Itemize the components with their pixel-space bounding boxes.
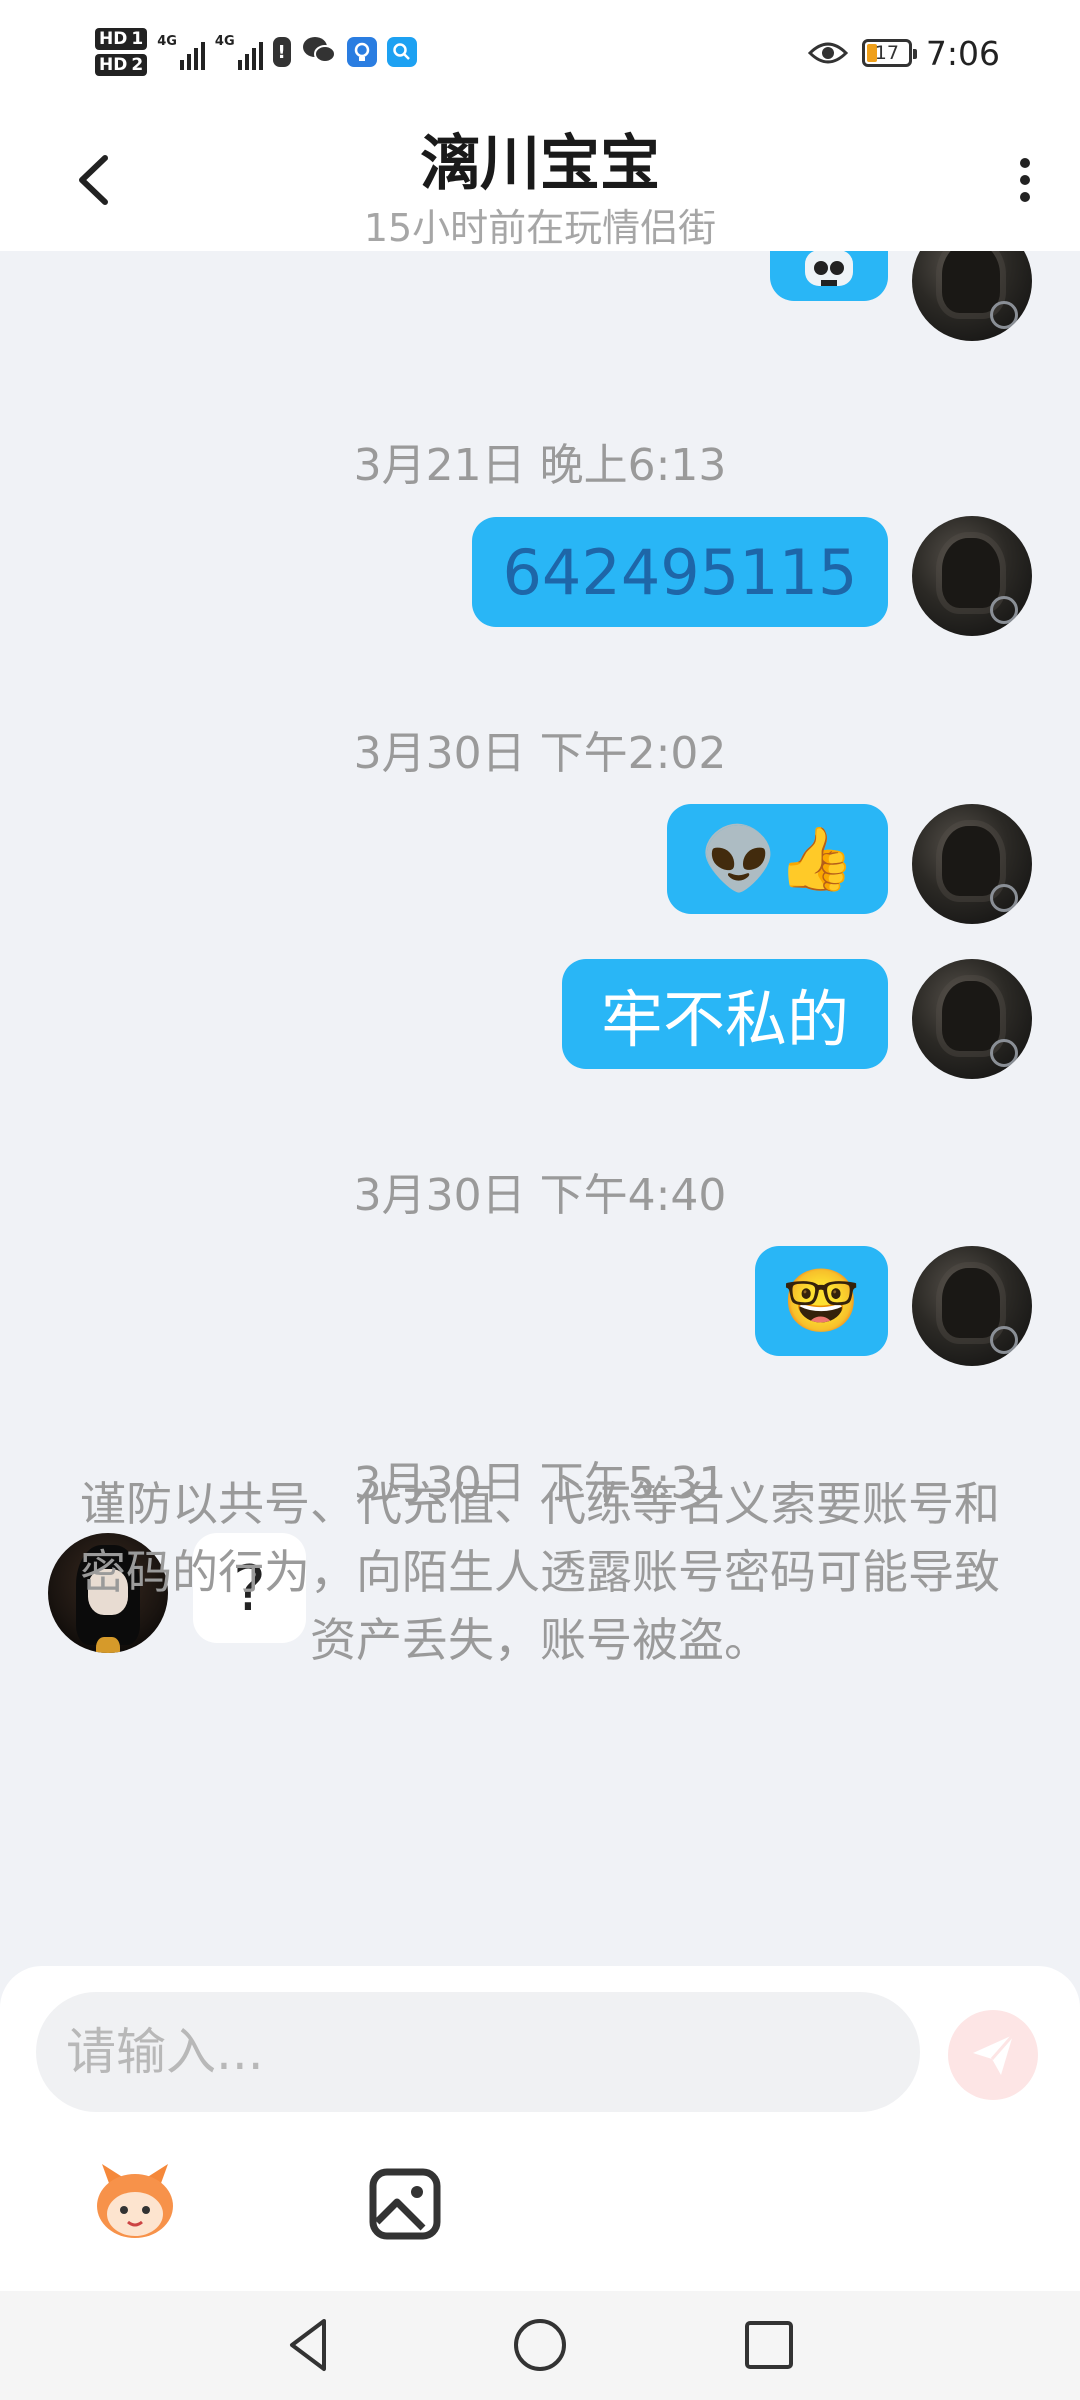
clock: 7:06 bbox=[925, 33, 1000, 73]
sticker-button[interactable] bbox=[90, 2156, 180, 2246]
system-nav-bar bbox=[0, 2291, 1080, 2400]
alert-icon: ! bbox=[272, 37, 291, 67]
message-bubble-partial[interactable] bbox=[770, 251, 888, 301]
signal-icon-2: 4G bbox=[215, 34, 263, 70]
hd-indicator: HD 1 HD 2 bbox=[95, 28, 148, 76]
my-avatar[interactable] bbox=[912, 1246, 1032, 1366]
message-input[interactable] bbox=[36, 1992, 920, 2112]
input-panel bbox=[0, 1966, 1080, 2291]
nav-home-icon[interactable] bbox=[508, 2313, 572, 2377]
emoji-message: 👽👍 bbox=[700, 822, 855, 895]
message-bubble[interactable]: 🤓 bbox=[755, 1246, 888, 1356]
message-text: 642495115 bbox=[502, 535, 858, 609]
message-text: 牢不私的 bbox=[600, 983, 849, 1056]
battery-icon: 17 bbox=[861, 39, 917, 67]
signal-icon: 4G bbox=[157, 34, 205, 70]
wechat-icon bbox=[301, 34, 337, 70]
chat-header: 漓川宝宝 15小时前在玩情侣街 bbox=[0, 105, 1080, 251]
message-bubble[interactable]: 642495115 bbox=[472, 517, 888, 627]
more-options-button[interactable] bbox=[1000, 150, 1050, 210]
message-list[interactable]: 3月21日 晚上6:13 642495115 3月30日 下午2:02 👽👍 牢… bbox=[0, 251, 1080, 1966]
emoji-message: 🤓 bbox=[782, 1264, 861, 1337]
timestamp: 3月21日 晚上6:13 bbox=[353, 440, 727, 491]
bulb-icon bbox=[346, 37, 377, 67]
search-app-icon bbox=[386, 37, 417, 67]
robot-sticker-icon bbox=[805, 251, 853, 286]
status-bar: HD 1 HD 2 4G 4G ! 17 7:06 bbox=[0, 0, 1080, 105]
my-avatar[interactable] bbox=[912, 959, 1032, 1079]
status-right: 17 7:06 bbox=[807, 28, 1000, 78]
security-notice: 谨防以共号、代充值、代练等名义索要账号和密码的行为，向陌生人透露账号密码可能导致… bbox=[80, 1477, 1000, 1667]
status-left: HD 1 HD 2 4G 4G ! bbox=[95, 22, 417, 82]
nav-back-icon[interactable] bbox=[278, 2313, 342, 2377]
image-button[interactable] bbox=[365, 2164, 445, 2244]
timestamp: 3月30日 下午4:40 bbox=[353, 1170, 727, 1221]
eye-icon bbox=[807, 42, 848, 64]
presence-status: 15小时前在玩情侣街 bbox=[363, 206, 717, 250]
nav-recents-icon[interactable] bbox=[737, 2313, 801, 2377]
message-bubble[interactable]: 牢不私的 bbox=[562, 959, 888, 1069]
send-button[interactable] bbox=[948, 2010, 1038, 2100]
message-bubble[interactable]: 👽👍 bbox=[667, 804, 888, 914]
mascot-sticker-icon bbox=[97, 2164, 173, 2238]
my-avatar[interactable] bbox=[912, 516, 1032, 636]
send-icon bbox=[973, 2034, 1015, 2075]
image-icon bbox=[369, 2168, 441, 2240]
timestamp: 3月30日 下午2:02 bbox=[353, 728, 727, 779]
my-avatar[interactable] bbox=[912, 251, 1032, 341]
my-avatar[interactable] bbox=[912, 804, 1032, 924]
page-title: 漓川宝宝 bbox=[420, 129, 660, 199]
